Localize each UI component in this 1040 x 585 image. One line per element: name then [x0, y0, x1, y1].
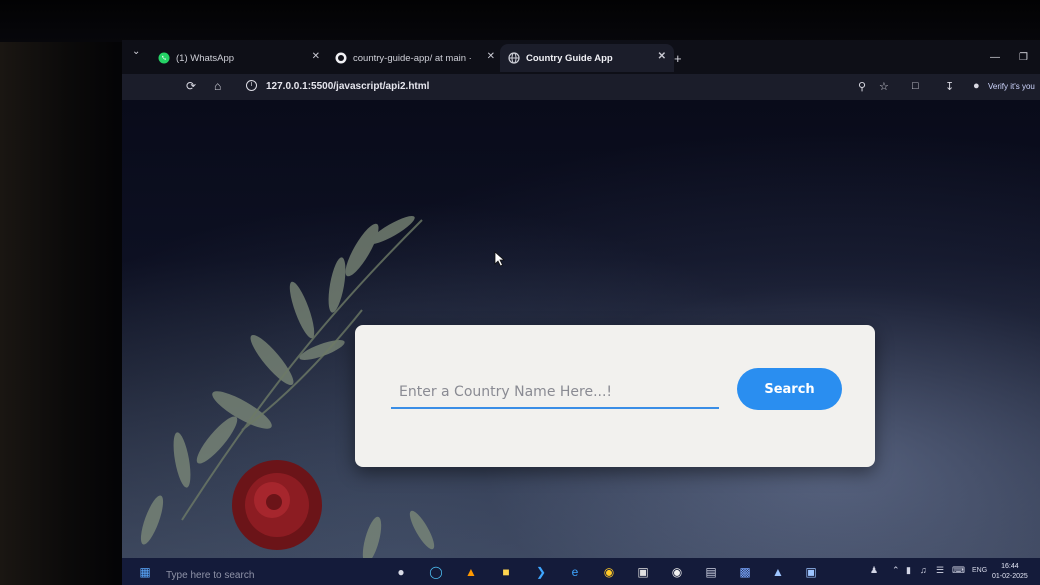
- chevron-up-icon[interactable]: ⌃: [892, 565, 900, 576]
- clock-time: 16:44: [1001, 563, 1019, 570]
- page-viewport: Search: [122, 100, 1040, 558]
- restore-icon[interactable]: ❐: [1019, 52, 1028, 63]
- person-icon[interactable]: ♟: [870, 565, 878, 576]
- tab-strip: ⌄ (1) WhatsApp ✕ country-guide-app/ at m…: [122, 40, 1040, 74]
- clock-date: 01-02-2025: [992, 573, 1028, 580]
- monitor-bezel-top: [0, 0, 1040, 42]
- battery-icon[interactable]: ▮: [906, 565, 911, 576]
- verify-label[interactable]: Verify it's you: [988, 82, 1035, 91]
- tab-country-guide-app[interactable]: Country Guide App ✕: [500, 44, 674, 72]
- browser-window: ⌄ (1) WhatsApp ✕ country-guide-app/ at m…: [122, 40, 1040, 585]
- language-indicator[interactable]: ENG: [972, 567, 987, 574]
- profile-icon[interactable]: ●: [973, 80, 980, 92]
- app-icon[interactable]: ▲: [769, 563, 787, 581]
- store-icon[interactable]: ▣: [634, 563, 652, 581]
- new-tab-button[interactable]: +: [674, 51, 682, 66]
- download-icon[interactable]: ↧: [945, 80, 954, 93]
- volume-icon[interactable]: ♫: [920, 565, 927, 575]
- chrome-icon[interactable]: ◉: [600, 563, 618, 581]
- mouse-pointer-icon: [494, 251, 506, 267]
- windows-start-icon[interactable]: ▦: [136, 563, 154, 581]
- github-icon: [335, 52, 347, 64]
- close-tab-icon[interactable]: ✕: [312, 51, 320, 62]
- tab-label: Country Guide App: [526, 52, 613, 64]
- country-search-input[interactable]: [391, 377, 719, 409]
- taskbar-clock[interactable]: 16:44 01-02-2025: [992, 562, 1028, 582]
- site-info-icon[interactable]: i: [246, 80, 257, 91]
- file-explorer-icon[interactable]: ■: [497, 563, 515, 581]
- tab-whatsapp[interactable]: (1) WhatsApp ✕: [150, 44, 328, 72]
- close-tab-icon[interactable]: ✕: [658, 51, 666, 62]
- bookmark-star-icon[interactable]: ☆: [879, 80, 889, 93]
- home-icon[interactable]: ⌂: [214, 79, 221, 93]
- close-tab-icon[interactable]: ✕: [487, 51, 495, 62]
- microphone-icon[interactable]: ●: [392, 563, 410, 581]
- address-bar[interactable]: 127.0.0.1:5500/javascript/api2.html: [266, 81, 429, 92]
- tab-label: (1) WhatsApp: [176, 52, 235, 64]
- app-icon[interactable]: ▤: [702, 563, 720, 581]
- tab-search-chevron-icon[interactable]: ⌄: [132, 46, 140, 57]
- keyboard-icon[interactable]: ⌨: [952, 565, 965, 576]
- globe-icon: [508, 52, 520, 64]
- toolbar: ⟳ ⌂ i 127.0.0.1:5500/javascript/api2.htm…: [122, 74, 1040, 100]
- vscode-icon[interactable]: ❯: [532, 563, 550, 581]
- monitor-bezel-left: [0, 0, 125, 585]
- reload-icon[interactable]: ⟳: [186, 79, 196, 93]
- whatsapp-icon: [158, 52, 170, 64]
- github-desktop-icon[interactable]: ◉: [668, 563, 686, 581]
- wifi-icon[interactable]: ☰: [936, 565, 944, 576]
- taskbar: ▦ Type here to search ● ◯ ▲ ■ ❯ e ◉ ▣ ◉ …: [122, 558, 1040, 585]
- internet-explorer-icon[interactable]: e: [566, 563, 584, 581]
- app-icon[interactable]: ▣: [802, 563, 820, 581]
- search-button[interactable]: Search: [737, 368, 842, 410]
- minimize-icon[interactable]: —: [990, 52, 1000, 63]
- vlc-icon[interactable]: ▲: [462, 563, 480, 581]
- edge-icon[interactable]: ◯: [427, 563, 445, 581]
- taskbar-search-input[interactable]: Type here to search: [166, 570, 254, 581]
- app-icon[interactable]: ▩: [736, 563, 754, 581]
- search-card: Search: [355, 325, 875, 467]
- tab-label: country-guide-app/ at main ·: [353, 52, 472, 64]
- zoom-icon[interactable]: ⚲: [858, 80, 866, 93]
- extensions-icon[interactable]: □: [912, 80, 919, 92]
- tab-github[interactable]: country-guide-app/ at main · ✕: [327, 44, 503, 72]
